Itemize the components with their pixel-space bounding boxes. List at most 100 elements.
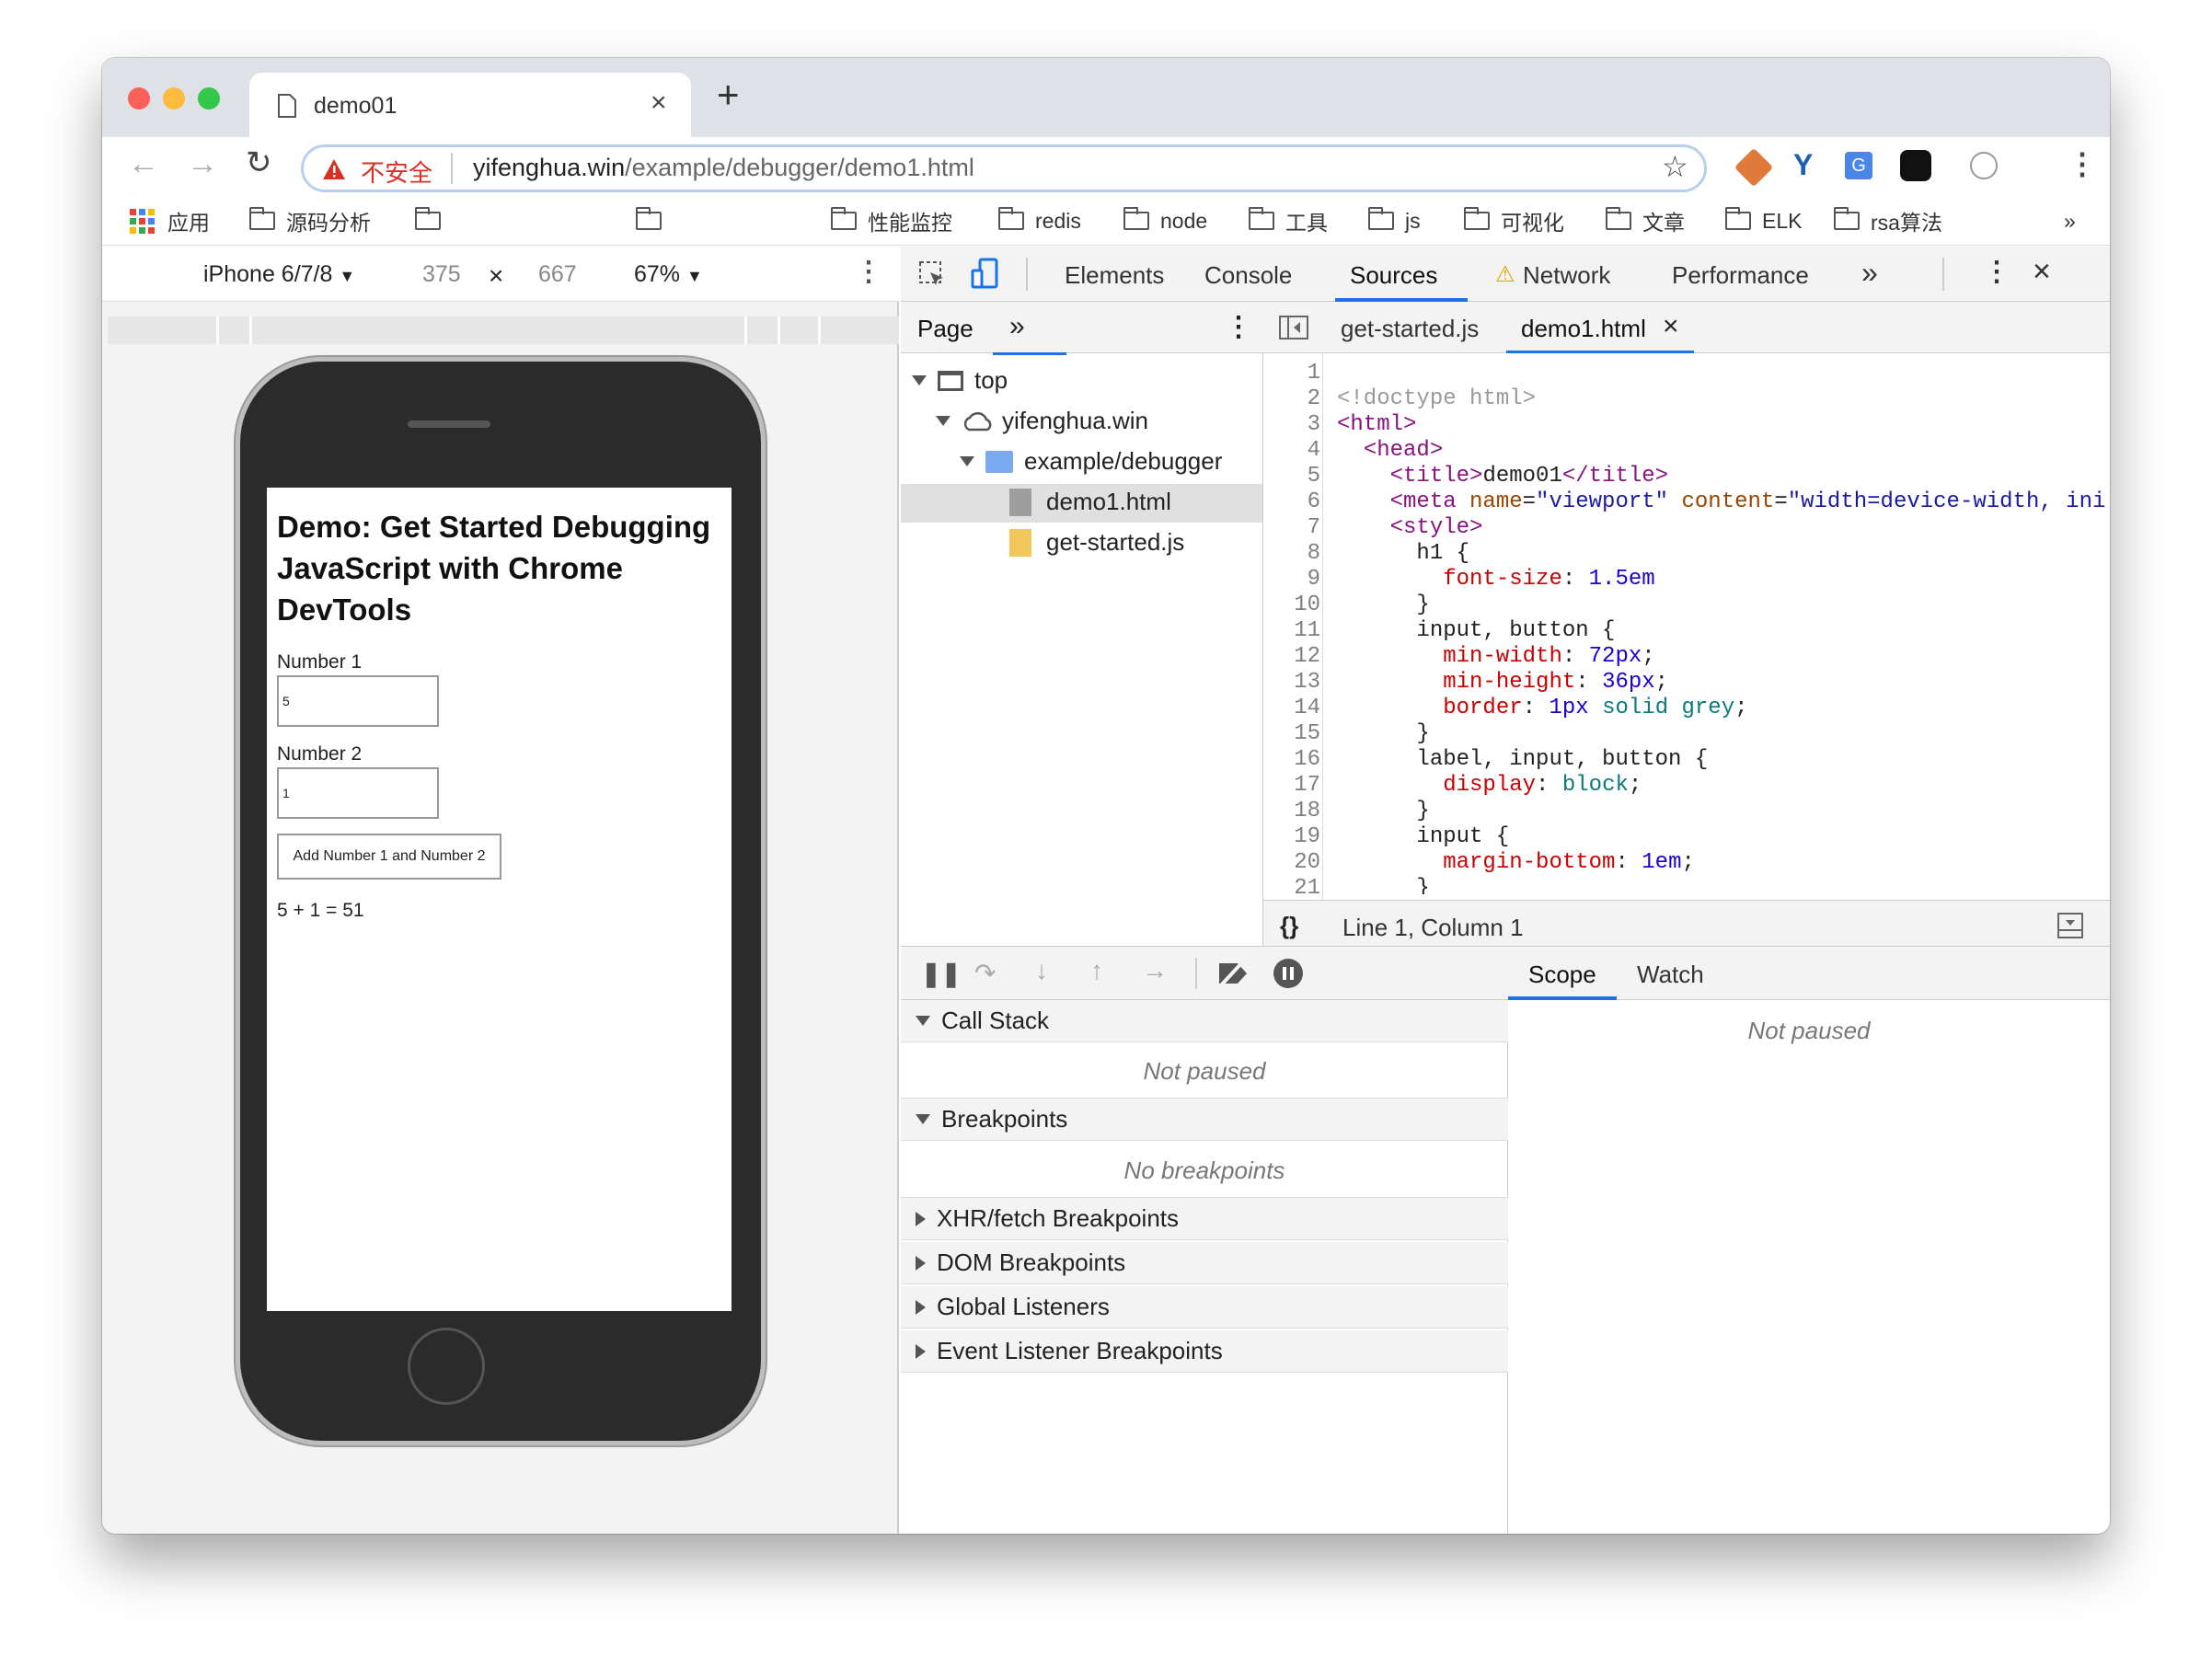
line-number[interactable]: 10 [1263,593,1320,618]
device-select[interactable]: iPhone 6/7/8 ▼ [203,261,355,288]
line-number[interactable]: 11 [1263,618,1320,644]
code-view[interactable]: 12345678910111213141516171819202122 <!do… [1263,361,2110,894]
line-number[interactable]: 17 [1263,773,1320,799]
tree-item-host[interactable]: yifenghua.win [936,407,1148,435]
line-number[interactable]: 5 [1263,464,1320,489]
more-tabs-button[interactable]: » [1861,256,1878,290]
line-number[interactable]: 13 [1263,670,1320,696]
bookmark-folder[interactable] [636,207,673,235]
device-height[interactable]: 667 [538,261,577,288]
deactivate-breakpoints-icon[interactable] [1215,960,1252,987]
bookmark-folder[interactable]: js [1368,207,1421,235]
tab-elements[interactable]: Elements [1065,261,1164,290]
line-number[interactable]: 15 [1263,721,1320,747]
tab-performance[interactable]: Performance [1672,261,1809,290]
pause-on-exceptions-icon[interactable] [1273,958,1304,989]
line-number[interactable]: 14 [1263,696,1320,721]
close-tab-icon[interactable]: × [651,87,667,119]
line-number[interactable]: 8 [1263,541,1320,567]
close-window-button[interactable] [128,87,150,109]
tree-item-demo1-html[interactable]: demo1.html [1009,488,1171,516]
bookmark-folder[interactable]: redis [998,207,1081,235]
devtools-menu-icon[interactable]: ⋮ [1983,256,2010,288]
line-number[interactable]: 1 [1263,361,1320,386]
bookmark-folder[interactable]: 可视化 [1464,207,1564,235]
tab-console[interactable]: Console [1204,261,1292,290]
extension-eyedropper-icon[interactable] [1734,147,1774,188]
tab-watch[interactable]: Watch [1637,961,1704,989]
editor-tab-get-started-js[interactable]: get-started.js [1341,315,1479,343]
line-number[interactable]: 3 [1263,412,1320,438]
extension-dark-icon[interactable] [1900,150,1931,181]
line-number[interactable]: 21 [1263,876,1320,894]
extension-y-icon[interactable]: Y [1793,148,1813,182]
address-bar[interactable]: 不安全 yifenghua.win/example/debugger/demo1… [301,144,1707,192]
close-devtools-icon[interactable]: × [2033,254,2051,290]
toggle-debugger-icon[interactable] [2056,912,2084,939]
tree-item-get-started-js[interactable]: get-started.js [1009,528,1184,557]
device-menu-icon[interactable]: ⋮ [855,256,882,288]
tab-network[interactable]: Network [1523,261,1610,290]
line-number[interactable]: 12 [1263,644,1320,670]
bookmark-folder[interactable]: rsa算法 [1834,207,1942,235]
bookmark-folder[interactable]: 性能监控 [831,207,952,235]
home-button[interactable] [408,1328,485,1405]
tab-scope[interactable]: Scope [1528,961,1596,989]
zoom-select[interactable]: 67% ▼ [634,261,703,288]
step-into-icon[interactable]: ↓ [1035,956,1048,985]
star-icon[interactable]: ☆ [1662,149,1688,184]
pretty-print-button[interactable]: {} [1280,912,1298,940]
extension-translate-icon[interactable]: G [1845,152,1872,179]
device-toggle-icon[interactable] [971,258,1000,291]
more-nav-tabs-button[interactable]: » [1009,311,1025,342]
bookmark-folder[interactable]: 工具 [1249,207,1328,235]
browser-menu-icon[interactable]: ⋮ [2068,146,2097,181]
number2-input[interactable]: 1 [277,767,439,819]
extension-avatar-icon[interactable] [1970,152,1998,179]
xhr-breakpoints-header[interactable]: XHR/fetch Breakpoints [901,1198,1508,1240]
maximize-window-button[interactable] [198,87,220,109]
reload-icon[interactable]: ↻ [246,144,272,181]
step-over-icon[interactable]: ↷ [974,958,996,988]
line-number[interactable]: 9 [1263,567,1320,593]
bookmarks-overflow-button[interactable]: » [2064,207,2076,235]
dom-breakpoints-header[interactable]: DOM Breakpoints [901,1242,1508,1284]
line-number[interactable]: 20 [1263,850,1320,876]
global-listeners-header[interactable]: Global Listeners [901,1286,1508,1329]
forward-icon[interactable]: → [187,146,218,182]
line-number[interactable]: 7 [1263,515,1320,541]
step-out-icon[interactable]: ↑ [1090,956,1103,985]
toggle-navigator-icon[interactable] [1278,315,1309,340]
bookmark-folder[interactable]: 文章 [1606,207,1685,235]
line-number[interactable]: 6 [1263,489,1320,515]
tree-item-folder[interactable]: example/debugger [960,447,1222,476]
bookmark-apps[interactable]: 应用 [130,207,210,235]
tab-page[interactable]: Page [917,315,974,343]
line-number[interactable]: 2 [1263,386,1320,412]
call-stack-header[interactable]: Call Stack [901,1000,1508,1042]
line-number[interactable]: 16 [1263,747,1320,773]
bookmark-folder[interactable] [415,207,452,235]
back-icon[interactable]: ← [128,146,159,182]
media-query-ruler[interactable] [108,316,899,344]
bookmark-folder[interactable]: ELK [1725,207,1802,235]
tree-item-top[interactable]: top [912,366,1008,395]
browser-tab[interactable]: demo01 × [249,73,691,139]
inspect-element-icon[interactable] [917,259,947,289]
breakpoints-header[interactable]: Breakpoints [901,1099,1508,1141]
line-number[interactable]: 18 [1263,799,1320,824]
bookmark-folder[interactable]: node [1123,207,1207,235]
minimize-window-button[interactable] [163,87,185,109]
line-number[interactable]: 4 [1263,438,1320,464]
tab-sources[interactable]: Sources [1350,261,1437,290]
pause-icon[interactable]: ❚❚ [921,960,962,988]
step-icon[interactable]: → [1142,956,1168,985]
number1-input[interactable]: 5 [277,675,439,727]
bookmark-folder[interactable]: 源码分析 [249,207,371,235]
add-button[interactable]: Add Number 1 and Number 2 [277,834,501,880]
new-tab-button[interactable]: + [717,73,740,117]
close-editor-tab-icon[interactable]: × [1663,311,1679,342]
line-number[interactable]: 19 [1263,824,1320,850]
navigator-menu-icon[interactable]: ⋮ [1225,311,1252,343]
editor-tab-demo1-html[interactable]: demo1.html [1521,315,1646,343]
